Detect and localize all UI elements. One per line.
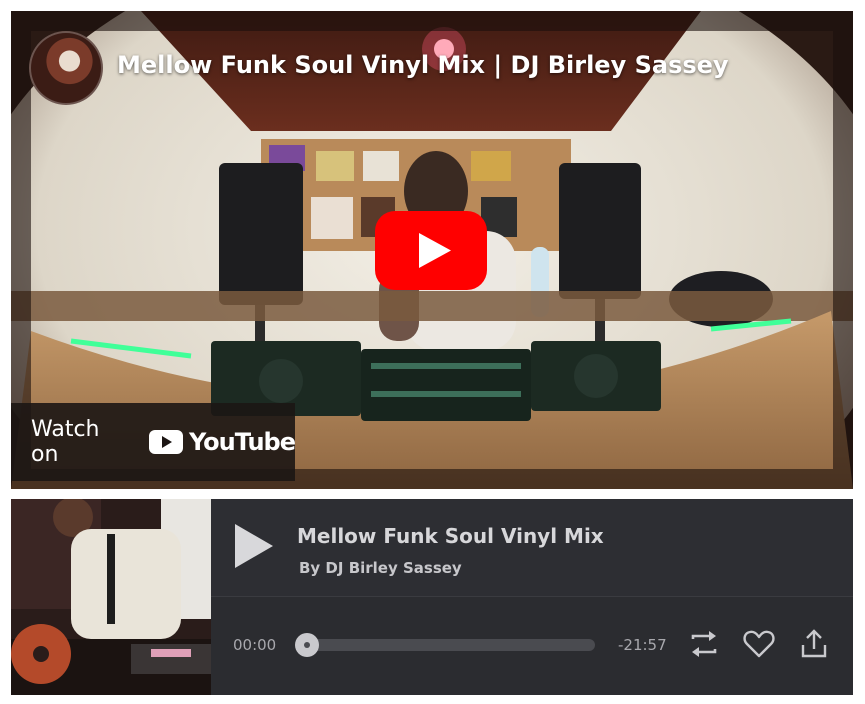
video-title[interactable]: Mellow Funk Soul Vinyl Mix | DJ Birley S… bbox=[117, 51, 729, 79]
seek-bar[interactable] bbox=[307, 639, 595, 651]
time-remaining: -21:57 bbox=[618, 636, 667, 654]
player-controls: 00:00 -21:57 bbox=[211, 597, 853, 695]
track-title: Mellow Funk Soul Vinyl Mix bbox=[297, 524, 604, 548]
share-icon[interactable] bbox=[797, 627, 831, 661]
play-button[interactable] bbox=[375, 211, 487, 290]
youtube-play-icon bbox=[148, 430, 183, 454]
player-header: Mellow Funk Soul Vinyl Mix By DJ Birley … bbox=[211, 499, 853, 597]
repeat-icon[interactable] bbox=[687, 627, 721, 661]
watch-on-label: Watch on bbox=[31, 417, 100, 467]
youtube-wordmark: YouTube bbox=[188, 428, 296, 456]
channel-avatar[interactable] bbox=[29, 31, 103, 105]
cover-art bbox=[11, 499, 211, 695]
youtube-embed[interactable]: Mellow Funk Soul Vinyl Mix | DJ Birley S… bbox=[11, 11, 853, 489]
play-icon[interactable] bbox=[229, 522, 277, 570]
audio-player: Mellow Funk Soul Vinyl Mix By DJ Birley … bbox=[11, 499, 853, 695]
youtube-logo: YouTube bbox=[148, 428, 296, 456]
heart-icon[interactable] bbox=[742, 627, 776, 661]
seek-handle[interactable] bbox=[295, 633, 319, 657]
time-elapsed: 00:00 bbox=[233, 636, 277, 654]
watch-on-youtube-button[interactable]: Watch on YouTube bbox=[11, 403, 296, 481]
track-artist: By DJ Birley Sassey bbox=[299, 559, 462, 577]
